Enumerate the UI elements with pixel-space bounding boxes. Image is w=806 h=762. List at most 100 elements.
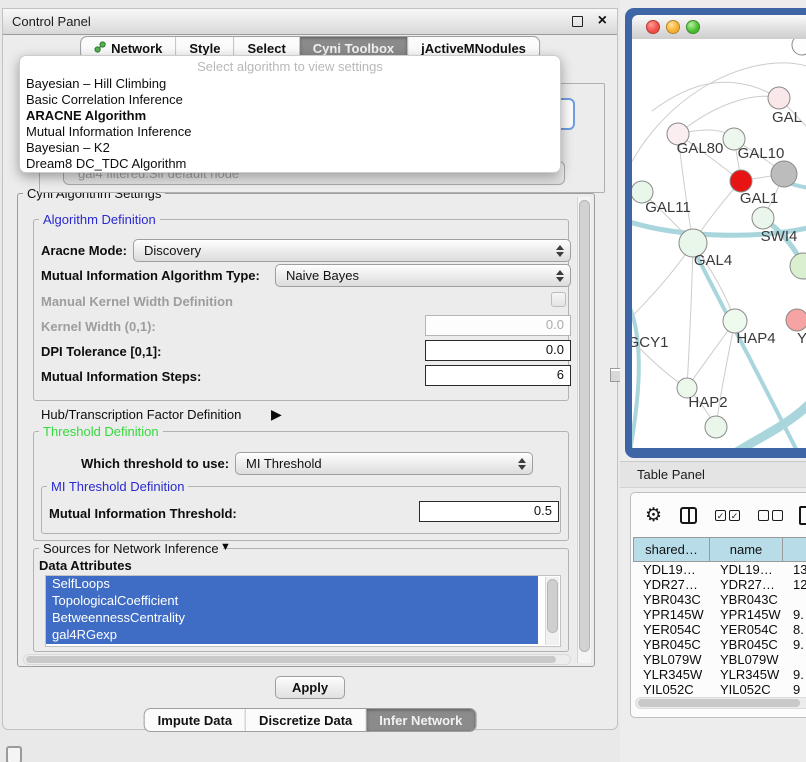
tab-label: Style [189, 41, 220, 56]
algorithm-item-bayesian-hill-climbing[interactable]: Bayesian – Hill Climbing [20, 76, 560, 92]
tab-impute-data[interactable]: Impute Data [145, 709, 246, 731]
hub-definition-label[interactable]: Hub/Transcription Factor Definition [41, 407, 241, 422]
kernel-width-field[interactable]: 0.0 [425, 315, 571, 336]
mi-threshold-field[interactable]: 0.5 [419, 501, 559, 522]
gear-icon[interactable]: ⚙ [645, 506, 662, 525]
table-cell: YBL079W [710, 652, 783, 667]
table-cell: 8. [783, 622, 806, 637]
app-root: Control Panel × NetworkStyleSelectCyni T… [0, 0, 806, 762]
scrollbar-thumb[interactable] [547, 579, 558, 633]
dpi-tolerance-label: DPI Tolerance [0,1]: [41, 344, 161, 359]
deselect-all-checks-icon[interactable] [758, 510, 783, 521]
network-node-swi4[interactable] [752, 207, 774, 229]
column-header-name[interactable]: name [710, 537, 783, 562]
attribute-item-gal4rgexp[interactable]: gal4RGexp [46, 627, 538, 644]
collapse-down-icon[interactable]: ▼ [220, 541, 231, 553]
table-cell: 9 [783, 682, 806, 697]
bottom-tab-bar: Impute Data Discretize Data Infer Network [144, 708, 477, 732]
aracne-mode-select[interactable]: Discovery [133, 239, 571, 262]
network-node[interactable] [705, 416, 727, 438]
settings-vertical-scrollbar[interactable] [577, 197, 591, 663]
mi-threshold-label: Mutual Information Threshold: [49, 506, 237, 521]
mi-steps-field[interactable]: 6 [425, 365, 571, 386]
table-row[interactable]: YBR043CYBR043C [633, 592, 806, 607]
table-row[interactable]: YDL19…YDL19…13 [633, 562, 806, 577]
attribute-item-selfloops[interactable]: SelfLoops [46, 576, 538, 593]
network-node-y[interactable] [786, 309, 806, 331]
table-row[interactable]: YIL052CYIL052C9 [633, 682, 806, 697]
control-panel-titlebar: Control Panel × [3, 9, 617, 35]
network-node[interactable] [790, 253, 806, 279]
table-row[interactable]: YDR27…YDR27…12 [633, 577, 806, 592]
mi-type-select[interactable]: Naive Bayes [275, 264, 571, 287]
column-header-shared[interactable]: shared… [633, 537, 710, 562]
settings-horizontal-scrollbar[interactable] [23, 654, 571, 665]
data-attributes-label: Data Attributes [39, 558, 132, 573]
manual-kernel-checkbox[interactable] [551, 292, 566, 307]
scrollbar-thumb[interactable] [579, 200, 590, 652]
tab-discretize-data[interactable]: Discretize Data [246, 709, 366, 731]
node-label: HAP4 [736, 330, 775, 347]
node-label: GAL4 [694, 252, 732, 269]
table-header-row: shared…nameA [633, 537, 806, 562]
aracne-mode-value: Discovery [144, 243, 201, 258]
table-cell: 9. [783, 667, 806, 682]
table-cell: YDL19… [633, 562, 710, 577]
expand-right-icon[interactable]: ▶ [271, 406, 282, 423]
kernel-width-label: Kernel Width (0,1): [41, 319, 156, 334]
minimize-traffic-light[interactable] [666, 20, 680, 34]
control-panel-window: Control Panel × NetworkStyleSelectCyni T… [2, 8, 618, 730]
float-window-icon[interactable] [572, 16, 583, 27]
node-label: GAL80 [677, 140, 724, 157]
table-row[interactable]: YLR345WYLR345W9. [633, 667, 806, 682]
scrollbar-thumb[interactable] [26, 656, 556, 663]
node-label: GAL11 [645, 199, 691, 216]
sources-title[interactable]: Sources for Network Inference [39, 541, 223, 556]
table-row[interactable]: YPR145WYPR145W9. [633, 607, 806, 622]
network-node-gal[interactable] [768, 87, 790, 109]
table-row[interactable]: YBR045CYBR045C9. [633, 637, 806, 652]
table-horizontal-scrollbar[interactable] [635, 697, 806, 709]
table-cell: YDL19… [710, 562, 783, 577]
minimized-panel-icon[interactable] [6, 746, 22, 762]
zoom-traffic-light[interactable] [686, 20, 700, 34]
dpi-tolerance-field[interactable]: 0.0 [425, 340, 571, 361]
table-row[interactable]: YBL079WYBL079W [633, 652, 806, 667]
network-node[interactable] [771, 161, 797, 187]
combo-stepper-icon [517, 457, 525, 471]
which-threshold-select[interactable]: MI Threshold [235, 452, 533, 475]
column-header-a[interactable]: A [783, 537, 806, 562]
data-attributes-list: SelfLoopsTopologicalCoefficientBetweenne… [45, 575, 561, 647]
scrollbar-thumb[interactable] [638, 699, 800, 707]
close-traffic-light[interactable] [646, 20, 660, 34]
attribute-item-topologicalcoefficient[interactable]: TopologicalCoefficient [46, 593, 538, 610]
algorithm-item-bayesian-k2[interactable]: Bayesian – K2 [20, 140, 560, 156]
attributes-scrollbar[interactable] [545, 577, 559, 645]
tab-infer-network[interactable]: Infer Network [366, 709, 475, 731]
apply-button[interactable]: Apply [275, 676, 345, 699]
algorithm-item-mutual-information-inference[interactable]: Mutual Information Inference [20, 124, 560, 140]
table-cell: YER054C [710, 622, 783, 637]
node-label: HAP2 [688, 394, 727, 411]
table-cell: YBR045C [633, 637, 710, 652]
select-all-checks-icon[interactable]: ✓ ✓ [715, 510, 740, 521]
algorithm-item-aracne-algorithm[interactable]: ARACNE Algorithm [20, 108, 560, 124]
network-node-gal1[interactable] [730, 170, 752, 192]
split-columns-icon[interactable] [680, 507, 697, 524]
node-table: shared…nameA YDL19…YDL19…13YDR27…YDR27…1… [633, 537, 806, 697]
algorithm-item-basic-correlation-inference[interactable]: Basic Correlation Inference [20, 92, 560, 108]
table-cell: YDR27… [633, 577, 710, 592]
close-icon[interactable]: × [598, 9, 607, 33]
network-edge [632, 243, 693, 329]
table-row[interactable]: YER054CYER054C8. [633, 622, 806, 637]
table-cell [783, 592, 806, 607]
document-icon[interactable] [799, 506, 806, 525]
attribute-item-betweennesscentrality[interactable]: BetweennessCentrality [46, 610, 538, 627]
algorithm-item-dream8-dc-tdc-algorithm[interactable]: Dream8 DC_TDC Algorithm [20, 156, 560, 172]
tab-label: Discretize Data [259, 713, 352, 728]
tab-label: Impute Data [158, 713, 232, 728]
unchecked-box-icon [758, 510, 769, 521]
network-node[interactable] [792, 39, 806, 55]
network-canvas[interactable]: GALGAL80GAL10GAL1GAL11SWI4GAL4HAP4YGCY1H… [632, 39, 806, 448]
table-cell: YBR043C [710, 592, 783, 607]
